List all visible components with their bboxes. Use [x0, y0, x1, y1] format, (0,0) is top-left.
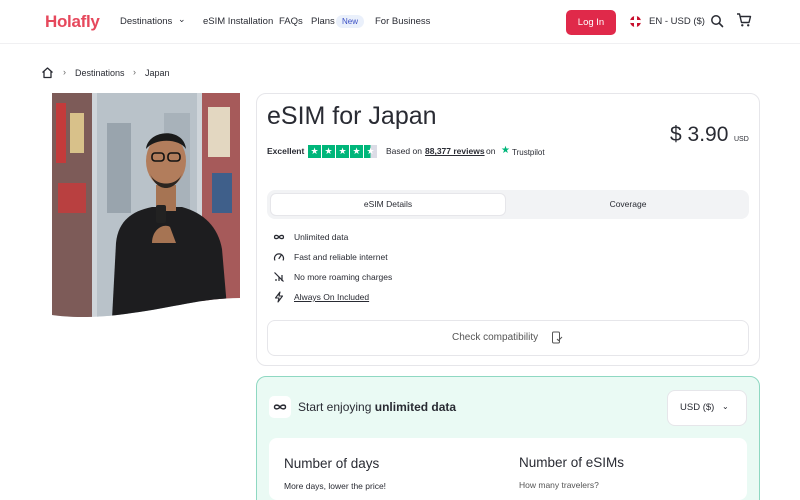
rating-on: on — [486, 146, 496, 156]
star-icon: ★ — [322, 145, 335, 158]
tab-coverage[interactable]: Coverage — [510, 193, 746, 216]
nav-plans[interactable]: Plans — [311, 16, 335, 27]
breadcrumb-separator-icon: › — [63, 67, 66, 77]
language-currency-selector[interactable]: EN - USD ($) — [649, 16, 705, 27]
trustpilot-stars: ★ ★ ★ ★ ★ — [308, 145, 377, 158]
new-badge: New — [336, 15, 365, 28]
star-icon: ★ — [350, 145, 363, 158]
no-signal-icon — [274, 272, 284, 282]
half-star-icon: ★ — [364, 145, 377, 158]
uk-flag-icon[interactable] — [630, 16, 641, 27]
cart-icon[interactable] — [736, 12, 752, 28]
star-icon: ★ — [336, 145, 349, 158]
search-icon[interactable] — [710, 14, 724, 28]
nav-destinations[interactable]: Destinations — [120, 16, 172, 27]
infinity-icon — [273, 234, 285, 240]
chevron-down-icon[interactable]: ⌄ — [722, 402, 729, 411]
trustpilot-logo[interactable]: Trustpilot — [512, 148, 545, 157]
price-currency: USD — [734, 136, 749, 143]
days-heading: Number of days — [284, 456, 380, 471]
esims-heading: Number of eSIMs — [519, 455, 625, 470]
feature-always-on-link[interactable]: Always On Included — [294, 292, 369, 302]
page-title: eSIM for Japan — [267, 102, 437, 130]
site-header: Holafly Destinations ⌄ eSIM Installation… — [0, 0, 800, 44]
home-icon[interactable] — [41, 66, 54, 79]
feature-fast-internet: Fast and reliable internet — [294, 252, 388, 262]
breadcrumb-destinations[interactable]: Destinations — [75, 68, 125, 78]
days-subtitle: More days, lower the price! — [284, 481, 387, 491]
rating-based-on: Based on — [386, 146, 422, 156]
rating-label: Excellent — [267, 146, 305, 156]
currency-select-value[interactable]: USD ($) — [680, 402, 714, 413]
star-icon: ★ — [308, 145, 321, 158]
feature-no-roaming: No more roaming charges — [294, 272, 393, 282]
infinity-icon — [273, 404, 287, 410]
chevron-down-icon[interactable]: ⌄ — [178, 14, 186, 25]
nav-esim-installation[interactable]: eSIM Installation — [203, 16, 273, 27]
bolt-icon — [274, 291, 284, 303]
esims-subtitle: How many travelers? — [519, 480, 599, 490]
tab-esim-details[interactable]: eSIM Details — [270, 193, 506, 216]
trustpilot-star-icon: ★ — [501, 145, 510, 156]
nav-faqs[interactable]: FAQs — [279, 16, 303, 27]
breadcrumb-japan: Japan — [145, 68, 170, 78]
breadcrumb-separator-icon: › — [133, 67, 136, 77]
phone-check-icon — [552, 331, 563, 344]
price: $ 3.90 — [670, 123, 729, 146]
speedometer-icon — [273, 253, 285, 261]
feature-unlimited-data: Unlimited data — [294, 232, 349, 242]
check-compatibility-label[interactable]: Check compatibility — [452, 332, 538, 343]
holafly-logo[interactable]: Holafly — [45, 12, 100, 32]
hero-image — [52, 93, 240, 317]
login-button[interactable]: Log In — [566, 10, 616, 35]
reviews-link[interactable]: 88,377 reviews — [425, 146, 485, 156]
nav-for-business[interactable]: For Business — [375, 16, 430, 27]
plan-headline: Start enjoying unlimited data — [298, 400, 457, 414]
